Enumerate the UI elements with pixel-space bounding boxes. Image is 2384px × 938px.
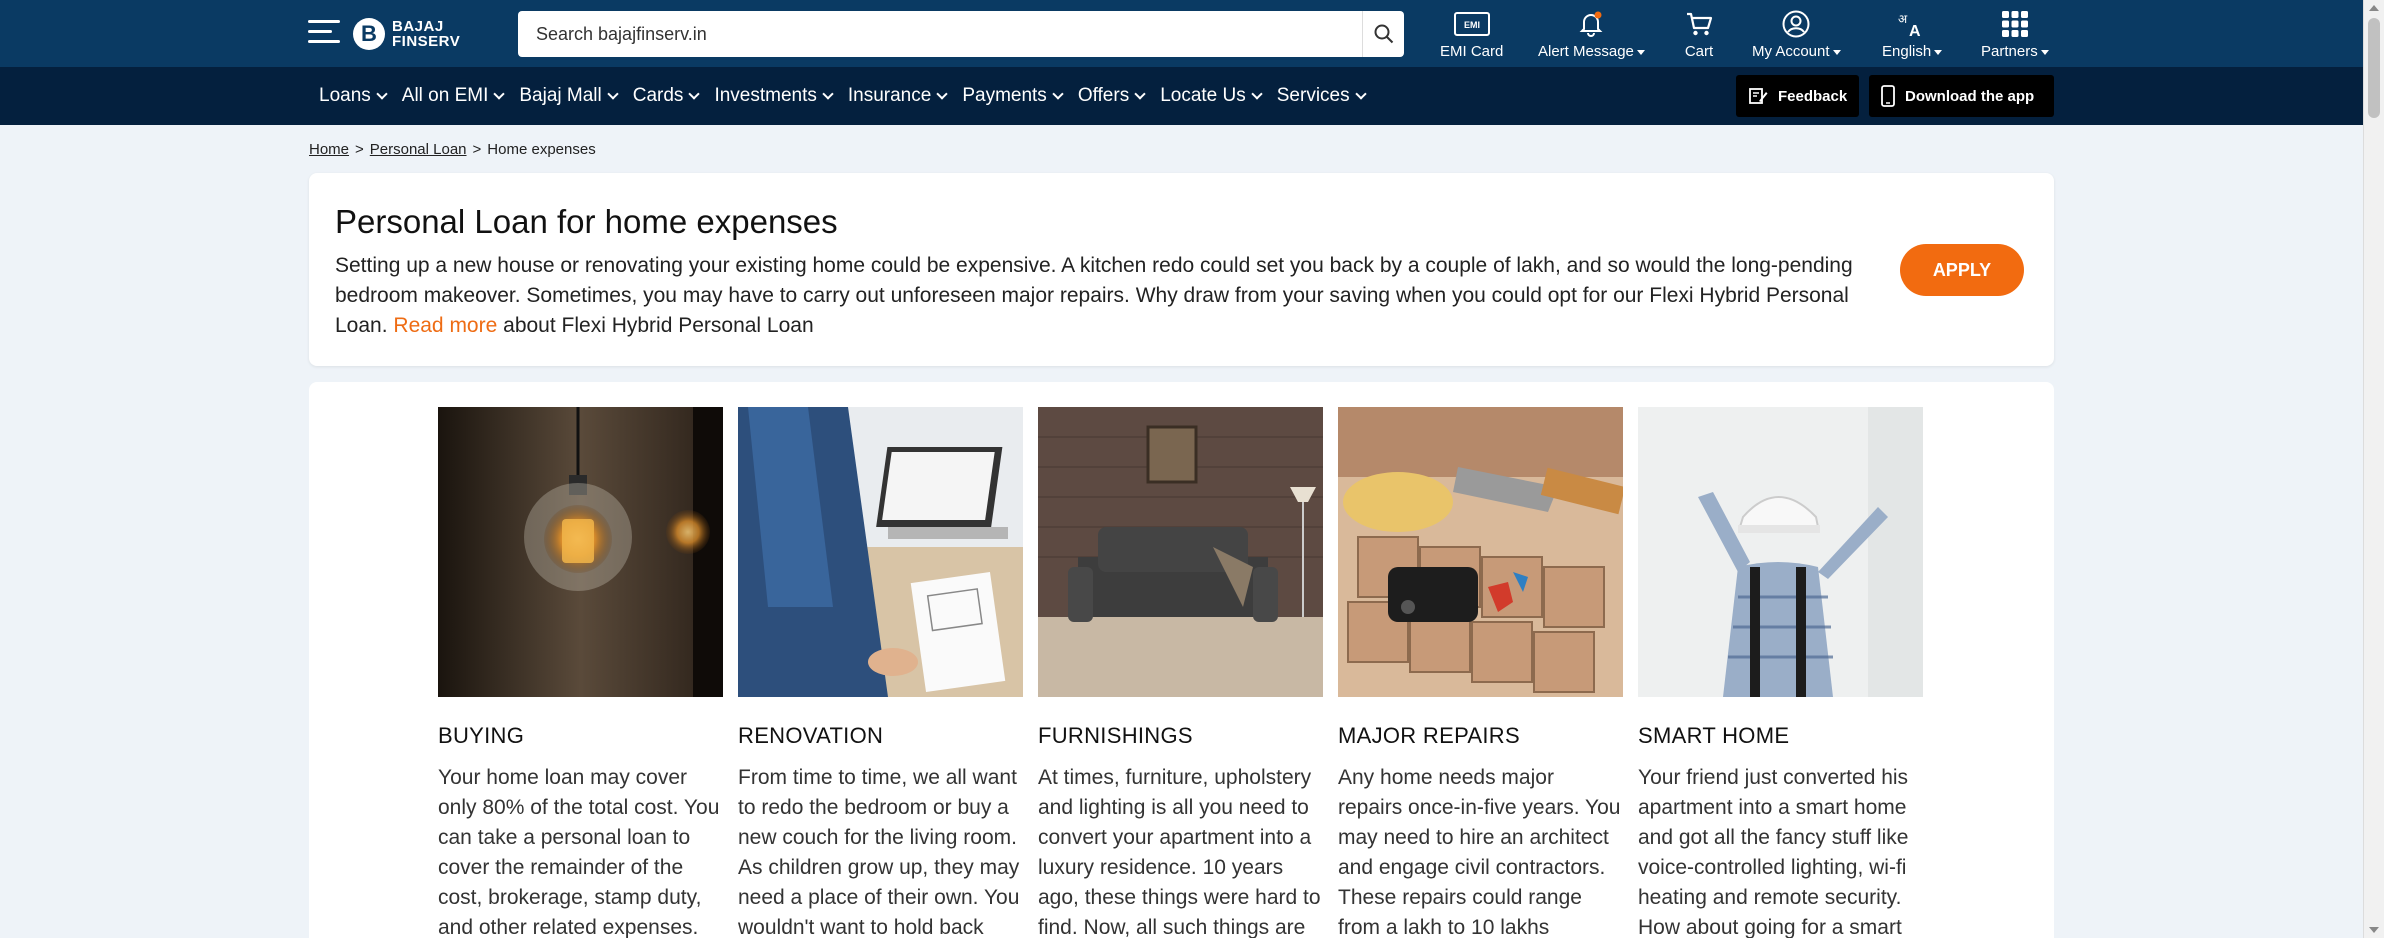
feedback-button[interactable]: Feedback	[1736, 75, 1860, 117]
grid-icon	[2001, 8, 2029, 40]
logo-text: BAJAJ FINSERV	[392, 18, 461, 50]
nav-item-insurance[interactable]: Insurance	[848, 85, 948, 107]
emi-card-button[interactable]: EMI EMI Card	[1440, 8, 1503, 60]
chevron-down-icon	[607, 87, 619, 100]
svg-text:EMI: EMI	[1464, 20, 1480, 30]
chevron-down-icon	[936, 87, 948, 100]
card-text: At times, furniture, upholstery and ligh…	[1038, 766, 1321, 938]
bell-icon	[1576, 8, 1606, 40]
cart-button[interactable]: Cart	[1684, 8, 1714, 60]
svg-text:A: A	[1909, 23, 1921, 39]
breadcrumb-current: Home expenses	[487, 141, 596, 158]
nav-item-services[interactable]: Services	[1277, 85, 1367, 107]
pendant-lamp-image	[438, 407, 723, 697]
chevron-down-icon	[1251, 87, 1263, 100]
caret-down-icon	[2040, 49, 2049, 55]
card-smart-home: SMART HOME Your friend just converted hi…	[1638, 407, 1923, 938]
emi-card-icon: EMI	[1453, 8, 1490, 40]
search-bar	[518, 11, 1404, 57]
scrollbar-thumb[interactable]	[2368, 18, 2380, 118]
chevron-down-icon	[1354, 87, 1367, 100]
card-major-repairs: MAJOR REPAIRS Any home needs major repai…	[1338, 407, 1623, 938]
chevron-down-icon	[1052, 87, 1064, 100]
search-input[interactable]	[518, 11, 1362, 57]
main-nav: Loans All on EMI Bajaj Mall Cards Invest…	[319, 67, 1381, 125]
alert-message-button[interactable]: Alert Message	[1538, 8, 1645, 60]
card-title: SMART HOME	[1638, 723, 1790, 748]
card-title: MAJOR REPAIRS	[1338, 723, 1520, 748]
cart-icon	[1684, 8, 1714, 40]
nav-item-cards[interactable]: Cards	[633, 85, 701, 107]
breadcrumb-personal-loan[interactable]: Personal Loan	[370, 141, 467, 158]
bajaj-finserv-logo[interactable]: B BAJAJ FINSERV	[353, 16, 460, 52]
caret-down-icon	[1832, 49, 1841, 55]
card-renovation: RENOVATION From time to time, we all wan…	[738, 407, 1023, 938]
card-title: FURNISHINGS	[1038, 723, 1193, 748]
breadcrumb-home[interactable]: Home	[309, 141, 349, 158]
worker-hardhat-image	[1638, 407, 1923, 697]
menu-icon[interactable]	[308, 20, 340, 46]
caret-down-icon	[1934, 49, 1943, 55]
download-app-button[interactable]: Download the app	[1869, 75, 2054, 117]
nav-item-payments[interactable]: Payments	[962, 85, 1064, 107]
chevron-down-icon	[688, 87, 701, 100]
breadcrumb: Home > Personal Loan > Home expenses	[309, 141, 596, 158]
scroll-down-icon[interactable]	[2369, 927, 2379, 933]
account-icon	[1781, 8, 1811, 40]
chevron-down-icon	[376, 87, 388, 100]
caret-down-icon	[1636, 49, 1645, 55]
breadcrumb-separator: >	[472, 141, 482, 158]
card-title: RENOVATION	[738, 723, 884, 748]
card-buying: BUYING Your home loan may cover only 80%…	[438, 407, 723, 938]
read-more-link[interactable]: Read more	[393, 314, 497, 337]
card-text: From time to time, we all want to redo t…	[738, 766, 1020, 938]
card-text: Your home loan may cover only 80% of the…	[438, 766, 720, 938]
chevron-down-icon	[822, 87, 834, 100]
card-text: Your friend just converted his apartment…	[1638, 766, 1909, 938]
expense-cards: BUYING Your home loan may cover only 80%…	[438, 407, 1923, 938]
svg-text:अ: अ	[1898, 12, 1908, 26]
card-title: BUYING	[438, 723, 525, 748]
nav-item-loans[interactable]: Loans	[319, 85, 388, 107]
architect-laptop-image	[738, 407, 1023, 697]
chevron-down-icon	[493, 87, 506, 100]
card-text: Any home needs major repairs once-in-fiv…	[1338, 766, 1621, 938]
page-title: Personal Loan for home expenses	[335, 203, 838, 240]
nav-item-locate-us[interactable]: Locate Us	[1160, 85, 1263, 107]
nav-item-all-on-emi[interactable]: All on EMI	[402, 85, 506, 107]
card-furnishings: FURNISHINGS At times, furniture, upholst…	[1038, 407, 1323, 938]
partners-button[interactable]: Partners	[1981, 8, 2049, 60]
chevron-down-icon	[1134, 87, 1146, 100]
feedback-icon	[1749, 88, 1768, 104]
language-icon: अA	[1897, 8, 1927, 40]
apply-button[interactable]: APPLY	[1900, 244, 2024, 296]
living-room-sofa-image	[1038, 407, 1323, 697]
language-selector[interactable]: अA English	[1882, 8, 1943, 60]
search-button[interactable]	[1362, 11, 1404, 57]
breadcrumb-separator: >	[355, 141, 364, 158]
tiles-tools-image	[1338, 407, 1623, 697]
intro-card: Personal Loan for home expenses Setting …	[309, 173, 2054, 366]
page-scrollbar[interactable]	[2363, 0, 2384, 938]
my-account-button[interactable]: My Account	[1752, 8, 1841, 60]
nav-item-investments[interactable]: Investments	[714, 85, 834, 107]
nav-item-bajaj-mall[interactable]: Bajaj Mall	[519, 85, 619, 107]
nav-item-offers[interactable]: Offers	[1078, 85, 1146, 107]
logo-mark: B	[353, 18, 385, 50]
scroll-up-icon[interactable]	[2369, 5, 2379, 11]
search-icon	[1374, 24, 1393, 44]
phone-icon	[1881, 85, 1895, 107]
intro-description: Setting up a new house or renovating you…	[335, 254, 1853, 337]
